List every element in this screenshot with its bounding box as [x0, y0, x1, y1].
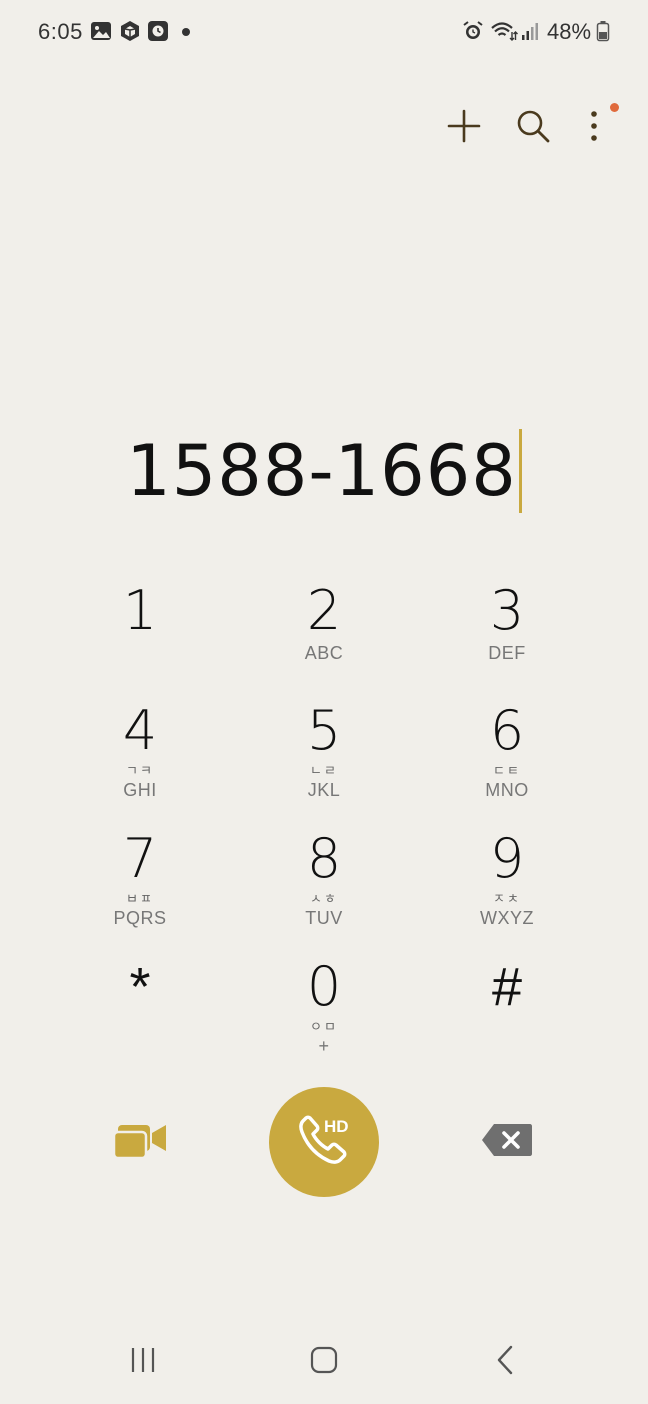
- key-hash[interactable]: #: [437, 960, 577, 1070]
- search-button[interactable]: [513, 108, 553, 148]
- key-korean-letters: ㅅㅎ: [310, 891, 338, 906]
- key-3[interactable]: 3 DEF: [437, 584, 577, 694]
- key-digit: 6: [489, 699, 525, 762]
- backspace-button[interactable]: [478, 1120, 536, 1164]
- key-4[interactable]: 4 ㄱㅋ GHI: [70, 704, 210, 814]
- add-contact-button[interactable]: [444, 108, 484, 148]
- hd-label: HD: [324, 1117, 349, 1136]
- key-5[interactable]: 5 ㄴㄹ JKL: [254, 704, 394, 814]
- search-icon: [515, 108, 551, 149]
- key-digit: 8: [306, 827, 342, 890]
- recent-apps-button[interactable]: [113, 1340, 173, 1384]
- key-digit: *: [129, 957, 151, 1017]
- back-button[interactable]: [476, 1340, 536, 1384]
- alarm-icon: [462, 20, 484, 42]
- dialed-number: 1588-1668: [126, 430, 517, 512]
- cube-app-icon: [119, 20, 141, 42]
- key-digit: 2: [306, 579, 342, 642]
- key-korean-letters: ㅇㅁ: [310, 1019, 338, 1034]
- key-letters: JKL: [307, 780, 341, 800]
- text-cursor: [518, 429, 522, 513]
- key-digit: 7: [122, 827, 158, 890]
- key-letters: PQRS: [113, 908, 167, 928]
- key-digit: 4: [122, 699, 158, 762]
- backspace-icon: [480, 1122, 534, 1163]
- key-star[interactable]: *: [70, 960, 210, 1070]
- key-letters: GHI: [123, 780, 157, 800]
- clock-app-icon: [147, 20, 169, 42]
- video-call-button[interactable]: [110, 1118, 170, 1168]
- add-icon: [446, 108, 482, 149]
- battery-icon: [596, 20, 610, 42]
- more-options-icon: [576, 108, 612, 149]
- notification-dot: [182, 28, 190, 36]
- recent-apps-icon: [128, 1345, 158, 1380]
- key-letters: DEF: [488, 643, 526, 663]
- signal-icon: [520, 20, 540, 42]
- dialer-screen: 6:05 48% 1588-1668 1 2 ABC 3 DEF 4 ㄱㅋ GH…: [0, 0, 648, 1404]
- status-time: 6:05: [38, 19, 83, 44]
- home-button[interactable]: [294, 1340, 354, 1384]
- key-letters: ABC: [304, 643, 344, 663]
- key-digit: #: [491, 957, 523, 1017]
- more-options-button[interactable]: [574, 108, 614, 148]
- key-letters: TUV: [305, 908, 343, 928]
- key-korean-letters: ㄴㄹ: [310, 763, 338, 778]
- key-7[interactable]: 7 ㅂㅍ PQRS: [70, 832, 210, 942]
- battery-percentage: 48%: [547, 19, 592, 44]
- back-icon: [491, 1345, 521, 1380]
- key-korean-letters: ㅈㅊ: [493, 891, 521, 906]
- update-badge: [610, 103, 619, 112]
- key-6[interactable]: 6 ㄷㅌ MNO: [437, 704, 577, 814]
- key-korean-letters: ㄷㅌ: [493, 763, 521, 778]
- status-bar: 6:05 48%: [0, 0, 648, 62]
- key-letters: WXYZ: [480, 908, 534, 928]
- key-letters: MNO: [485, 780, 529, 800]
- key-digit: 3: [489, 579, 525, 642]
- key-8[interactable]: 8 ㅅㅎ TUV: [254, 832, 394, 942]
- call-button[interactable]: HD: [269, 1087, 379, 1197]
- key-digit: 1: [122, 579, 158, 642]
- video-call-icon: [112, 1119, 168, 1168]
- key-1[interactable]: 1: [70, 584, 210, 694]
- key-0[interactable]: 0 ㅇㅁ +: [254, 960, 394, 1070]
- wifi-icon: [490, 20, 518, 42]
- key-letters: +: [318, 1036, 330, 1056]
- phone-icon: [289, 1105, 359, 1180]
- home-icon: [309, 1345, 339, 1380]
- number-input[interactable]: 1588-1668: [0, 426, 648, 516]
- key-digit: 9: [489, 827, 525, 890]
- key-2[interactable]: 2 ABC: [254, 584, 394, 694]
- key-digit: 0: [306, 955, 342, 1018]
- key-9[interactable]: 9 ㅈㅊ WXYZ: [437, 832, 577, 942]
- key-korean-letters: ㄱㅋ: [126, 763, 154, 778]
- key-digit: 5: [306, 699, 342, 762]
- gallery-icon: [90, 20, 112, 42]
- key-korean-letters: ㅂㅍ: [126, 891, 154, 906]
